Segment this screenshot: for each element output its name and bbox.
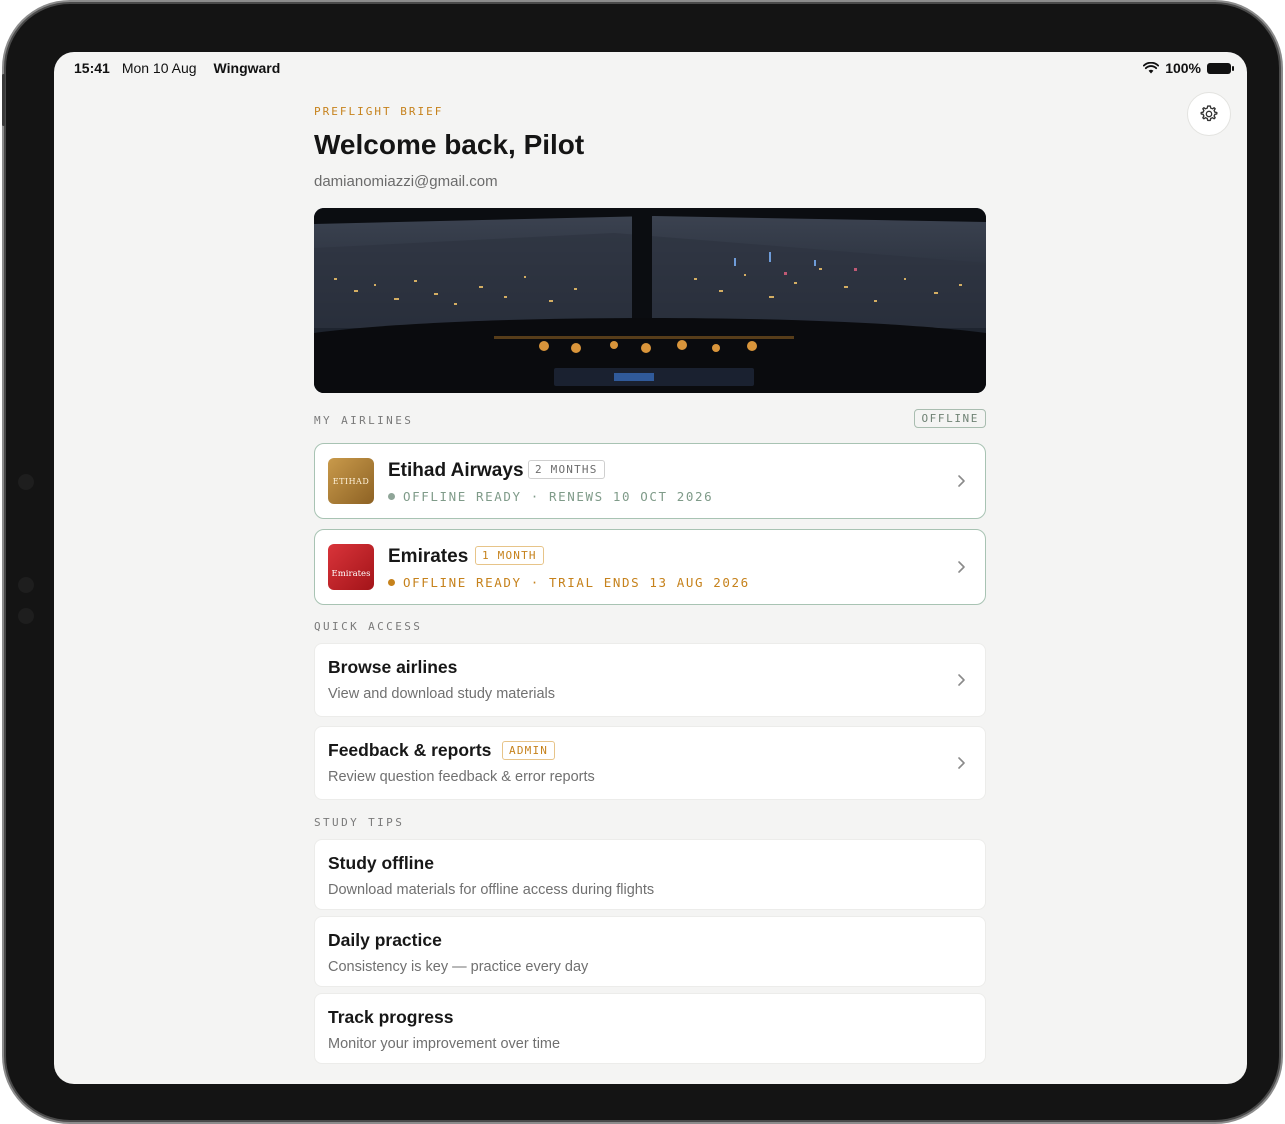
card-title: Track progress [328, 1007, 454, 1027]
user-email: damianomiazzi@gmail.com [314, 173, 498, 190]
status-indicators: 100% [1143, 60, 1234, 76]
airline-status: OFFLINE READY · RENEWS 10 OCT 2026 [388, 489, 713, 504]
airline-status-text: OFFLINE READY · TRIAL ENDS 13 AUG 2026 [403, 575, 750, 590]
section-label-my-airlines: MY AIRLINES [314, 414, 414, 427]
screen: 15:41 Mon 10 Aug Wingward 100% PREFLIGHT… [54, 52, 1247, 1084]
sensor-dot [18, 608, 34, 624]
card-title: Study offline [328, 853, 434, 873]
eyebrow-label: PREFLIGHT BRIEF [314, 105, 444, 118]
card-subtitle: Monitor your improvement over time [328, 1036, 561, 1052]
tablet-frame: 15:41 Mon 10 Aug Wingward 100% PREFLIGHT… [2, 4, 1279, 1120]
airline-status-text: OFFLINE READY · RENEWS 10 OCT 2026 [403, 489, 714, 504]
airline-status: OFFLINE READY · TRIAL ENDS 13 AUG 2026 [388, 575, 750, 590]
settings-button[interactable] [1187, 92, 1231, 136]
gear-icon [1200, 105, 1218, 122]
study-tip-card: Daily practice Consistency is key — prac… [314, 916, 986, 987]
chevron-right-icon [958, 475, 965, 487]
subscription-badge: 1 MONTH [475, 546, 544, 565]
status-bar: 15:41 Mon 10 Aug Wingward 100% [74, 58, 1234, 78]
status-time: 15:41 [74, 60, 110, 76]
section-label-study-tips: STUDY TIPS [314, 816, 405, 829]
airline-name: Etihad Airways [388, 460, 524, 481]
status-app-name: Wingward [213, 60, 281, 76]
sensor-dot [18, 577, 34, 593]
admin-badge: ADMIN [502, 741, 556, 760]
status-date: Mon 10 Aug [121, 60, 197, 76]
chevron-right-icon [958, 674, 965, 686]
etihad-logo-text: ETIHAD [332, 476, 370, 486]
cockpit-hero-image [314, 208, 986, 393]
battery-percentage: 100% [1165, 60, 1201, 76]
card-subtitle: Download materials for offline access du… [328, 882, 655, 898]
camera-dot [18, 474, 34, 490]
offline-status-pill: OFFLINE [914, 409, 986, 428]
quick-access-browse-airlines[interactable]: Browse airlines View and download study … [314, 643, 986, 717]
airline-card-emirates[interactable]: Emirates Emirates 1 MONTH OFFLINE READY … [314, 529, 986, 605]
emirates-logo: Emirates [328, 544, 374, 590]
airline-name: Emirates [388, 546, 469, 567]
wifi-icon [1143, 62, 1160, 74]
study-tip-card: Track progress Monitor your improvement … [314, 993, 986, 1064]
study-tip-card: Study offline Download materials for off… [314, 839, 986, 910]
etihad-logo: ETIHAD [328, 458, 374, 504]
card-subtitle: View and download study materials [328, 686, 556, 702]
card-title: Browse airlines [328, 657, 458, 677]
page-title: Welcome back, Pilot [314, 129, 585, 160]
card-title: Feedback & reports [328, 740, 492, 760]
card-subtitle: Consistency is key — practice every day [328, 959, 589, 975]
battery-icon [1207, 62, 1234, 74]
quick-access-feedback-reports[interactable]: Feedback & reports ADMIN Review question… [314, 726, 986, 800]
status-dot [388, 579, 395, 586]
chevron-right-icon [958, 561, 965, 573]
airline-card-etihad[interactable]: ETIHAD Etihad Airways 2 MONTHS OFFLINE R… [314, 443, 986, 519]
card-title: Daily practice [328, 930, 442, 950]
emirates-logo-text: Emirates [331, 569, 371, 579]
subscription-badge: 2 MONTHS [528, 460, 605, 479]
card-subtitle: Review question feedback & error reports [328, 769, 595, 785]
side-button [2, 74, 5, 126]
status-dot [388, 493, 395, 500]
section-label-quick-access: QUICK ACCESS [314, 620, 423, 633]
cockpit-illustration [314, 208, 986, 393]
chevron-right-icon [958, 757, 965, 769]
